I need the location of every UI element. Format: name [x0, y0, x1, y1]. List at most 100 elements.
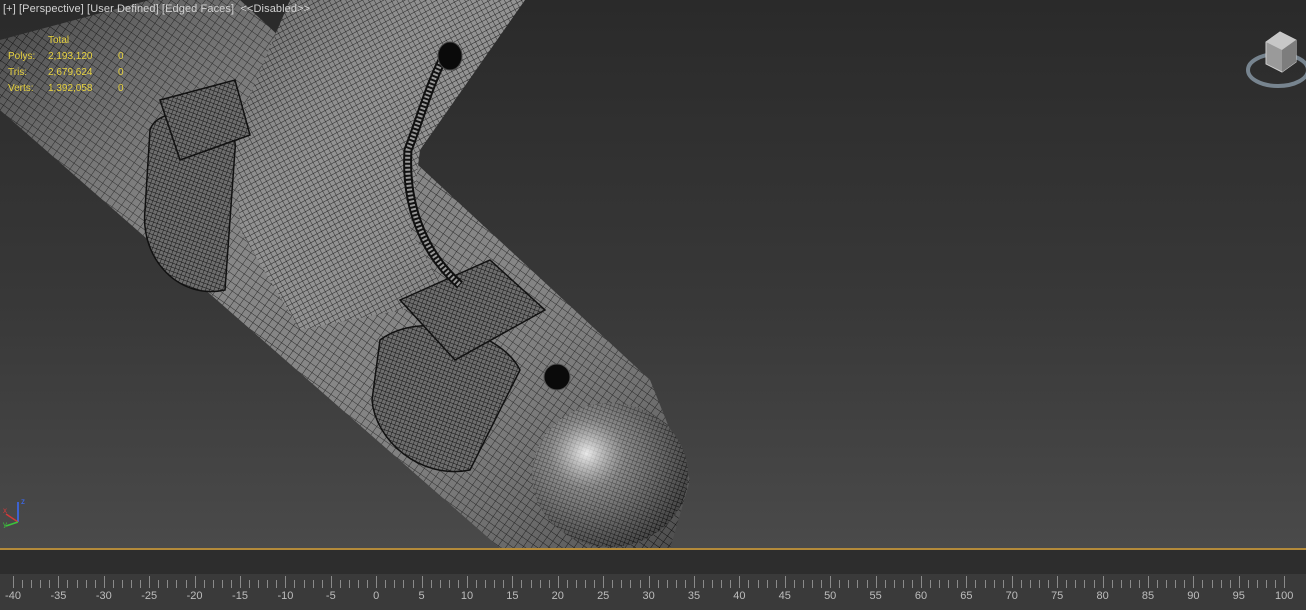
timeline-minor-tick	[94, 580, 96, 588]
timeline-major-tick	[330, 576, 332, 588]
timeline-major-tick	[512, 576, 514, 588]
timeline-major-tick	[694, 576, 695, 588]
timeline-major-tick	[830, 576, 832, 588]
timeline-major-tick	[875, 576, 877, 588]
timeline-minor-tick	[176, 580, 178, 588]
timeline-minor-tick	[40, 580, 42, 588]
timeline-minor-tick	[684, 580, 686, 588]
timeline-major-tick	[739, 576, 741, 588]
timeline-minor-tick	[1247, 580, 1249, 588]
timeline-minor-tick	[1229, 580, 1231, 588]
timeline-tick-label: 95	[1232, 590, 1245, 602]
timeline-major-tick	[557, 576, 559, 588]
timeline-minor-tick	[766, 580, 768, 588]
timeline-minor-tick	[657, 580, 659, 588]
viewport-shading-menu[interactable]: [User Defined]	[87, 3, 159, 15]
viewport-menu-plus[interactable]: [+]	[3, 3, 16, 15]
timeline-minor-tick	[212, 580, 214, 588]
timeline-minor-tick	[530, 580, 532, 588]
timeline-tick-label: 75	[1051, 590, 1064, 602]
timeline-minor-tick	[439, 580, 441, 588]
timeline-minor-tick	[639, 580, 641, 588]
timeline-minor-tick	[948, 580, 950, 588]
wireframe-pipe-model[interactable]	[0, 0, 1306, 548]
timeline-minor-tick	[630, 580, 632, 588]
timeline-tick-label: 35	[687, 590, 701, 602]
time-slider-track[interactable]: -40 -35 -30 -25 -20 -15 -10 -5 0 5 10 15 20 25 30 35 40 4…	[0, 550, 1306, 610]
timeline-minor-tick	[893, 580, 895, 588]
timeline-minor-tick	[185, 580, 187, 588]
timeline-minor-tick	[131, 580, 133, 588]
timeline-minor-tick	[321, 580, 323, 588]
viewport-style-menu[interactable]: [Edged Faces]	[162, 3, 234, 15]
timeline-minor-tick	[757, 580, 759, 588]
timeline-minor-tick	[76, 580, 78, 588]
timeline-tick-label: 100	[1275, 590, 1294, 602]
timeline-minor-tick	[1075, 580, 1077, 588]
timeline-ticks	[0, 576, 1306, 590]
timeline-major-tick	[921, 576, 922, 588]
timeline-tick-label: 20	[551, 590, 564, 602]
timeline-minor-tick	[494, 580, 496, 588]
axis-x-label: x	[3, 506, 7, 515]
timeline-minor-tick	[548, 580, 550, 588]
perspective-viewport[interactable]: [+] [Perspective] [User Defined] [Edged …	[0, 0, 1306, 548]
timeline-minor-tick	[1066, 580, 1068, 588]
timeline-minor-tick	[703, 580, 705, 588]
timeline-minor-tick	[721, 580, 723, 588]
timeline-minor-tick	[303, 580, 305, 588]
timeline-tick-label: 55	[869, 590, 882, 602]
timeline-minor-tick	[1029, 580, 1031, 588]
timeline-minor-tick	[975, 580, 977, 588]
timeline-minor-tick	[984, 580, 986, 588]
viewport-view-menu[interactable]: [Perspective]	[19, 3, 84, 15]
timeline-tick-label: 65	[960, 590, 973, 602]
axis-z-label: z	[21, 497, 25, 506]
timeline-minor-tick	[203, 580, 205, 588]
timeline-minor-tick	[521, 580, 523, 588]
timeline-minor-tick	[957, 580, 959, 588]
timeline-minor-tick	[31, 580, 33, 588]
timeline-minor-tick	[1020, 580, 1022, 588]
timeline-tick-label: 15	[506, 590, 519, 602]
timeline-major-tick	[1102, 576, 1104, 588]
timeline-tick-label: -25	[141, 590, 158, 602]
timeline-tick-label: 10	[460, 590, 474, 602]
timeline-minor-tick	[403, 580, 405, 588]
timeline-major-tick	[58, 576, 60, 588]
stats-row-polys: Polys: 2,193,120 0	[8, 51, 124, 62]
timeline-tick-label: -10	[277, 590, 294, 602]
timeline-minor-tick	[1266, 580, 1268, 588]
viewport-label[interactable]: [+] [Perspective] [User Defined] [Edged …	[3, 3, 310, 15]
timeline-major-tick	[240, 576, 241, 588]
stats-header: Total	[48, 35, 70, 46]
timeline-minor-tick	[712, 580, 714, 588]
timeline-tick-label: 0	[373, 590, 380, 602]
timeline-minor-tick	[1275, 580, 1277, 588]
timeline-major-tick	[648, 576, 650, 588]
timeline-minor-tick	[348, 580, 350, 588]
timeline-tick-label: -15	[232, 590, 248, 602]
timeline-minor-tick	[267, 580, 269, 588]
timeline-minor-tick	[594, 580, 596, 588]
timeline-minor-tick	[221, 580, 223, 588]
timeline-major-tick	[467, 576, 468, 588]
timeline-minor-tick	[358, 580, 360, 588]
timeline-major-tick	[966, 576, 968, 588]
timeline-minor-tick	[839, 580, 841, 588]
timeline-minor-tick	[911, 580, 913, 588]
timeline-minor-tick	[339, 580, 341, 588]
timeline-minor-tick	[457, 580, 459, 588]
timeline-minor-tick	[121, 580, 123, 588]
timeline-minor-tick	[730, 580, 732, 588]
timeline-tick-label: 70	[1005, 590, 1018, 602]
timeline-major-tick	[194, 576, 196, 588]
timeline-minor-tick	[575, 580, 577, 588]
viewcube-icon[interactable]	[1244, 28, 1306, 94]
timeline-minor-tick	[612, 580, 614, 588]
timeline-major-tick	[421, 576, 423, 588]
timeline-tick-label: 30	[642, 590, 655, 602]
pipe-end-cap	[532, 403, 688, 547]
timeline-minor-tick	[158, 580, 160, 588]
timeline-minor-tick	[748, 580, 750, 588]
